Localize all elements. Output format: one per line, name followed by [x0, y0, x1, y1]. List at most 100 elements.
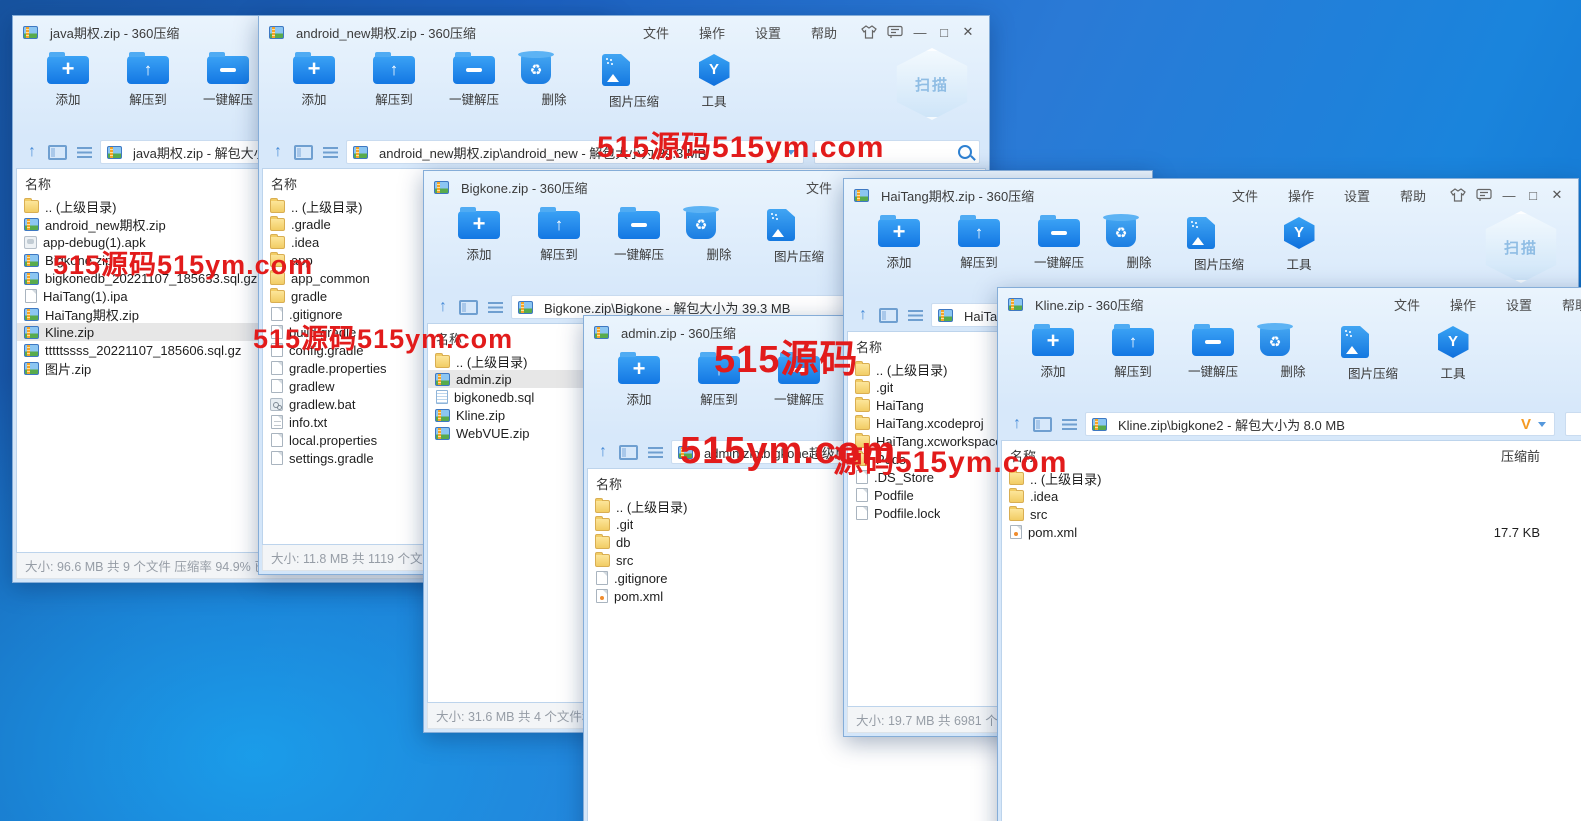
- close-button[interactable]: ✕: [956, 22, 980, 42]
- address-bar[interactable]: Kline.zip\bigkone2 - 解包大小为 8.0 MB V: [1085, 412, 1555, 436]
- toolbar-button[interactable]: 删除: [679, 207, 759, 265]
- toolbar-label: 添加: [859, 252, 939, 271]
- toolbar-label: 一键解压: [1173, 361, 1253, 380]
- file-icon: [596, 589, 608, 603]
- up-level-icon[interactable]: ↑: [1007, 415, 1027, 433]
- toolbar-button[interactable]: 一键解压: [599, 207, 679, 265]
- up-level-icon[interactable]: ↑: [268, 143, 288, 161]
- menu-item[interactable]: 帮助: [1547, 292, 1581, 317]
- menu-item[interactable]: 操作: [1273, 183, 1329, 208]
- titlebar[interactable]: Kline.zip - 360压缩 文件操作设置帮助 — □ ✕: [1001, 288, 1581, 318]
- scan-badge[interactable]: 扫描: [892, 48, 972, 120]
- toolbar-button[interactable]: 删除: [514, 52, 594, 110]
- toolbar-button[interactable]: 一键解压: [434, 52, 514, 110]
- maximize-button[interactable]: □: [1521, 186, 1545, 205]
- file-name: .. (上级目录): [45, 197, 117, 216]
- toolbar-button[interactable]: 解压到: [519, 207, 599, 265]
- list-view-icon[interactable]: [488, 302, 503, 313]
- list-view-icon[interactable]: [908, 310, 923, 321]
- column-header-size-after[interactable]: 压缩后: [1540, 446, 1581, 465]
- menu-item[interactable]: 文件: [791, 175, 847, 200]
- toolbar-button[interactable]: 解压到: [108, 52, 188, 110]
- file-name: .. (上级目录): [876, 360, 948, 379]
- menu-item[interactable]: 文件: [1217, 183, 1273, 208]
- menu-item[interactable]: 帮助: [1385, 183, 1441, 208]
- skin-icon[interactable]: [856, 25, 882, 39]
- archive-icon: [269, 26, 284, 39]
- menu-item[interactable]: 帮助: [796, 20, 852, 45]
- scan-badge[interactable]: 扫描: [1481, 211, 1561, 283]
- menu-item[interactable]: 设置: [740, 20, 796, 45]
- toolbar-button[interactable]: 添加: [599, 352, 679, 410]
- up-level-icon[interactable]: ↑: [22, 143, 42, 161]
- toolbar-button[interactable]: 图片压缩: [759, 207, 839, 265]
- menu-item[interactable]: 设置: [1491, 292, 1547, 317]
- up-level-icon[interactable]: ↑: [593, 443, 613, 461]
- feedback-icon[interactable]: [1471, 188, 1497, 202]
- file-row[interactable]: pom.xml17.7 KB3.0 KBXML 文档: [1002, 523, 1581, 541]
- titlebar[interactable]: android_new期权.zip - 360压缩 文件操作设置帮助 — □ ✕: [262, 16, 986, 46]
- toolbar-button[interactable]: 解压到: [939, 215, 1019, 273]
- toolbar-button[interactable]: 工具: [1259, 215, 1339, 273]
- panel-view-icon[interactable]: [619, 445, 638, 460]
- toolbar-button[interactable]: 一键解压: [1173, 324, 1253, 382]
- minimize-button[interactable]: —: [908, 23, 932, 42]
- panel-view-icon[interactable]: [879, 308, 898, 323]
- list-view-icon[interactable]: [648, 447, 663, 458]
- dropdown-caret-icon[interactable]: [1538, 422, 1546, 431]
- archive-icon: [1008, 298, 1023, 311]
- up-level-icon[interactable]: ↑: [433, 298, 453, 316]
- titlebar[interactable]: HaiTang期权.zip - 360压缩 文件操作设置帮助 — □ ✕: [847, 179, 1575, 209]
- list-view-icon[interactable]: [1062, 419, 1077, 430]
- toolbar-button[interactable]: 添加: [859, 215, 939, 273]
- toolbar-label: 一键解压: [759, 389, 839, 408]
- file-icon: [24, 200, 39, 213]
- toolbar-button[interactable]: 添加: [439, 207, 519, 265]
- skin-icon[interactable]: [1445, 188, 1471, 202]
- menu-item[interactable]: 设置: [1329, 183, 1385, 208]
- toolbar-button[interactable]: 工具: [1413, 324, 1493, 382]
- toolbar-button[interactable]: 图片压缩: [1333, 324, 1413, 382]
- file-row[interactable]: .idea文件夹: [1002, 487, 1581, 505]
- file-row[interactable]: src文件夹: [1002, 505, 1581, 523]
- panel-view-icon[interactable]: [459, 300, 478, 315]
- toolbar-button[interactable]: 添加: [274, 52, 354, 110]
- file-row[interactable]: .. (上级目录)文件夹: [1002, 469, 1581, 487]
- toolbar-button[interactable]: 添加: [1013, 324, 1093, 382]
- up-level-icon[interactable]: ↑: [853, 306, 873, 324]
- maximize-button[interactable]: □: [932, 23, 956, 42]
- toolbar-button[interactable]: 添加: [28, 52, 108, 110]
- toolbar-button[interactable]: 图片压缩: [1179, 215, 1259, 273]
- minimize-button[interactable]: —: [1497, 186, 1521, 205]
- toolbar-icon: [602, 54, 630, 86]
- menu-item[interactable]: 文件: [1379, 292, 1435, 317]
- panel-view-icon[interactable]: [294, 145, 313, 160]
- toolbar-button[interactable]: 删除: [1099, 215, 1179, 273]
- menu-item[interactable]: 操作: [1435, 292, 1491, 317]
- archive-icon: [854, 189, 869, 202]
- toolbar-icon: [293, 56, 335, 84]
- toolbar-button[interactable]: 解压到: [354, 52, 434, 110]
- column-header-size-before[interactable]: 压缩前: [1460, 446, 1540, 465]
- feedback-icon[interactable]: [882, 25, 908, 39]
- toolbar-button[interactable]: 删除: [1253, 324, 1333, 382]
- search-input[interactable]: [1565, 412, 1581, 436]
- toolbar-button[interactable]: 一键解压: [1019, 215, 1099, 273]
- status-text: 大小: 96.6 MB 共 9 个文件 压缩率 94.9% 已经: [25, 556, 279, 575]
- vip-mark[interactable]: V: [1521, 416, 1531, 433]
- toolbar-icon: [878, 219, 920, 247]
- list-view-icon[interactable]: [77, 147, 92, 158]
- menu-item[interactable]: 操作: [684, 20, 740, 45]
- toolbar-label: 解压到: [354, 89, 434, 108]
- close-button[interactable]: ✕: [1545, 185, 1569, 205]
- menu-item[interactable]: 文件: [628, 20, 684, 45]
- toolbar-button[interactable]: 解压到: [1093, 324, 1173, 382]
- toolbar-label: 删除: [679, 244, 759, 263]
- panel-view-icon[interactable]: [1033, 417, 1052, 432]
- toolbar-button[interactable]: 工具: [674, 52, 754, 110]
- panel-view-icon[interactable]: [48, 145, 67, 160]
- list-view-icon[interactable]: [323, 147, 338, 158]
- column-header-name[interactable]: 名称: [1010, 446, 1460, 465]
- toolbar-button[interactable]: 一键解压: [188, 52, 268, 110]
- toolbar-button[interactable]: 图片压缩: [594, 52, 674, 110]
